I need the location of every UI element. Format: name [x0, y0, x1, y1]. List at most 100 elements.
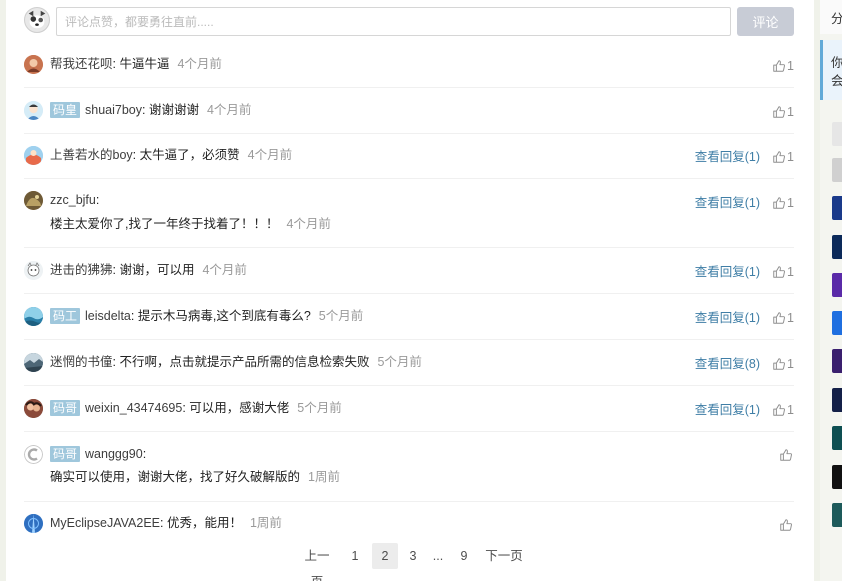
page-link[interactable]: 9 [456, 543, 472, 569]
comment-text: 牛逼牛逼 [119, 57, 170, 71]
user-avatar[interactable] [24, 445, 43, 464]
sidebar-thumbnail[interactable] [832, 196, 842, 220]
sidebar-thumbnail[interactable] [832, 273, 842, 297]
thumbs-up-icon [773, 60, 785, 72]
comment-text: 楼主太爱你了,找了一年终于找着了！！！ [50, 217, 279, 231]
comment-text: 可以用，感谢大佬 [189, 401, 290, 415]
thumbs-up-icon [773, 106, 785, 118]
like-button[interactable] [779, 516, 794, 534]
current-page[interactable]: 2 [372, 543, 398, 569]
comment-time: 1周前 [308, 470, 340, 484]
like-count: 1 [787, 59, 794, 73]
sidebar-thumbnail[interactable] [832, 311, 842, 335]
sidebar-thumbnail[interactable] [832, 158, 842, 182]
like-count: 1 [787, 150, 794, 164]
like-button[interactable]: 1 [772, 148, 794, 166]
user-avatar[interactable] [24, 307, 43, 326]
thumbs-up-icon [780, 519, 792, 531]
comment-time: 4个月前 [202, 263, 247, 277]
user-avatar[interactable] [24, 261, 43, 280]
comment-item: zzc_bjfu: 楼主太爱你了,找了一年终于找着了！！！ 4个月前 查看回复(… [24, 191, 794, 235]
username[interactable]: 上善若水的boy [50, 146, 133, 164]
comment-time: 4个月前 [286, 217, 331, 231]
comment-text: 确实可以使用，谢谢大佬，找了好久破解版的 [50, 470, 301, 484]
comment-item: 码工 leisdelta: 提示木马病毒,这个到底有毒么? 5个月前 查看回复(… [24, 307, 794, 327]
sidebar-thumbnail[interactable] [832, 349, 842, 373]
like-button[interactable]: 1 [772, 103, 794, 121]
next-page-link[interactable]: 下一页 [484, 543, 524, 569]
comment-text: 谢谢，可以用 [119, 263, 195, 277]
like-button[interactable] [779, 446, 794, 464]
like-button[interactable]: 1 [772, 57, 794, 75]
sidebar-thumbnail[interactable] [832, 388, 842, 412]
comment-input[interactable] [56, 7, 731, 36]
username[interactable]: leisdelta [85, 307, 131, 325]
current-user-avatar[interactable] [24, 7, 50, 33]
sidebar-thumbnail[interactable] [832, 503, 842, 527]
submit-comment-button[interactable]: 评论 [737, 7, 794, 36]
like-button[interactable]: 1 [772, 263, 794, 281]
user-badge: 码哥 [50, 400, 81, 416]
comment-text: 不行啊，点击就提示产品所需的信息检索失败 [119, 355, 370, 369]
username[interactable]: MyEclipseJAVA2EE [50, 514, 160, 532]
user-avatar[interactable] [24, 191, 43, 210]
sidebar-thumbnail[interactable] [832, 426, 842, 450]
thumbs-up-icon [773, 358, 785, 370]
sidebar-thumbnail[interactable] [832, 235, 842, 259]
sidebar-notice[interactable]: 你 会 [820, 40, 842, 100]
like-count: 1 [787, 403, 794, 417]
divider [24, 178, 794, 179]
like-count: 1 [787, 357, 794, 371]
user-badge: 码皇 [50, 102, 81, 118]
username[interactable]: shuai7boy [85, 101, 142, 119]
page-link[interactable]: 3 [405, 543, 421, 569]
username[interactable]: 进击的狒狒 [50, 261, 113, 279]
thumbs-up-icon [773, 312, 785, 324]
user-avatar[interactable] [24, 353, 43, 372]
username[interactable]: 帮我还花呗 [50, 55, 113, 73]
user-avatar[interactable] [24, 514, 43, 533]
comment-time: 4个月前 [247, 148, 293, 162]
comment-item: MyEclipseJAVA2EE: 优秀，能用！ 1周前 [24, 514, 794, 534]
view-replies-link[interactable]: 查看回复(1) [695, 263, 760, 281]
comment-time: 4个月前 [177, 57, 222, 71]
sidebar-thumbnail[interactable] [832, 122, 842, 146]
username[interactable]: zzc_bjfu [50, 191, 96, 209]
user-avatar[interactable] [24, 399, 43, 418]
view-replies-link[interactable]: 查看回复(1) [695, 309, 760, 327]
user-badge: 码哥 [50, 446, 81, 462]
username[interactable]: wanggg90 [85, 445, 143, 463]
view-replies-link[interactable]: 查看回复(1) [695, 401, 760, 419]
like-button[interactable]: 1 [772, 309, 794, 327]
user-avatar[interactable] [24, 101, 43, 120]
comment-time: 5个月前 [377, 355, 422, 369]
comment-item: 迷惘的书僮: 不行啊，点击就提示产品所需的信息检索失败 5个月前 查看回复(8)… [24, 353, 794, 373]
like-button[interactable]: 1 [772, 194, 794, 212]
pagination: 上一页 1 2 3 ... 9 下一页 [6, 543, 814, 581]
comment-item: 码哥 weixin_43474695: 可以用，感谢大佬 5个月前 查看回复(1… [24, 399, 794, 419]
comment-text: 谢谢谢谢 [148, 103, 199, 117]
comment-item: 码哥 wanggg90: 确实可以使用，谢谢大佬，找了好久破解版的 1周前 [24, 445, 794, 489]
comment-time: 5个月前 [297, 401, 342, 415]
user-avatar[interactable] [24, 146, 43, 165]
username[interactable]: 迷惘的书僮 [50, 353, 113, 371]
prev-page-link[interactable]: 上一页 [299, 543, 335, 581]
username[interactable]: weixin_43474695 [85, 399, 182, 417]
like-button[interactable]: 1 [772, 401, 794, 419]
divider [24, 133, 794, 134]
sidebar-heading: 分 [820, 0, 842, 34]
divider [24, 87, 794, 88]
like-button[interactable]: 1 [772, 355, 794, 373]
comment-text: 提示木马病毒,这个到底有毒么? [137, 309, 311, 323]
comment-item: 上善若水的boy: 太牛逼了，必须赞 4个月前 查看回复(1) 1 [24, 146, 794, 166]
like-count: 1 [787, 196, 794, 210]
comment-text: 太牛逼了，必须赞 [139, 148, 240, 162]
view-replies-link[interactable]: 查看回复(1) [695, 148, 760, 166]
view-replies-link[interactable]: 查看回复(1) [695, 194, 760, 212]
like-count: 1 [787, 311, 794, 325]
page-link[interactable]: 1 [347, 543, 363, 569]
sidebar-thumbnail[interactable] [832, 465, 842, 489]
user-avatar[interactable] [24, 55, 43, 74]
view-replies-link[interactable]: 查看回复(8) [695, 355, 760, 373]
like-count: 1 [787, 265, 794, 279]
